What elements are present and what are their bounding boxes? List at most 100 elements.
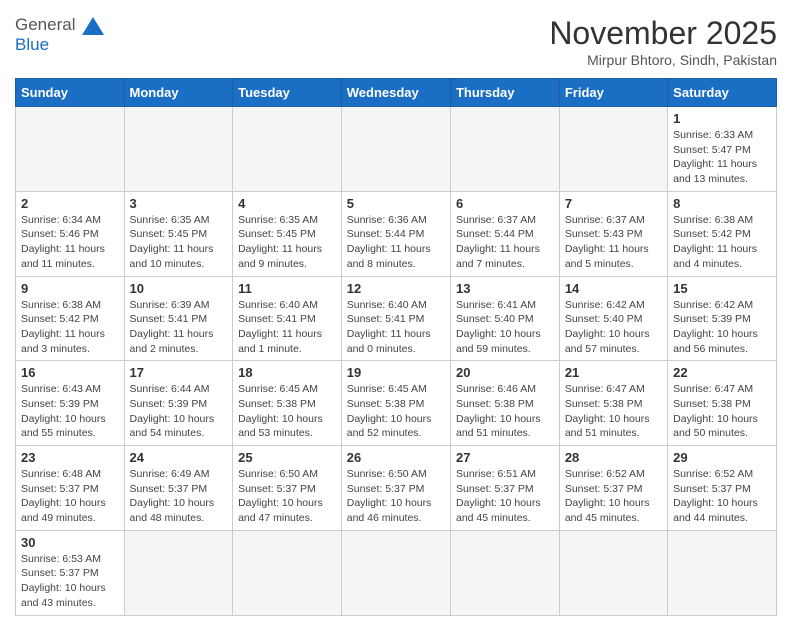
calendar-cell: 10 Sunrise: 6:39 AM Sunset: 5:41 PM Dayli… <box>124 276 233 361</box>
day-info: Sunrise: 6:52 AM Sunset: 5:37 PM Dayligh… <box>673 467 771 526</box>
calendar-cell <box>124 530 233 615</box>
day-info: Sunrise: 6:40 AM Sunset: 5:41 PM Dayligh… <box>347 298 445 357</box>
title-area: November 2025 Mirpur Bhtoro, Sindh, Paki… <box>549 15 777 68</box>
day-number: 10 <box>130 281 228 296</box>
day-info: Sunrise: 6:39 AM Sunset: 5:41 PM Dayligh… <box>130 298 228 357</box>
day-number: 20 <box>456 365 554 380</box>
calendar-cell: 14 Sunrise: 6:42 AM Sunset: 5:40 PM Dayli… <box>559 276 667 361</box>
calendar-cell: 19 Sunrise: 6:45 AM Sunset: 5:38 PM Dayli… <box>341 361 450 446</box>
weekday-header-sunday: Sunday <box>16 79 125 107</box>
month-title: November 2025 <box>549 15 777 52</box>
calendar-week-row: 2 Sunrise: 6:34 AM Sunset: 5:46 PM Daylig… <box>16 191 777 276</box>
weekday-header-row: SundayMondayTuesdayWednesdayThursdayFrid… <box>16 79 777 107</box>
day-number: 19 <box>347 365 445 380</box>
day-number: 8 <box>673 196 771 211</box>
calendar-cell: 21Sunrise: 6:47 AM Sunset: 5:38 PM Dayli… <box>559 361 667 446</box>
calendar-week-row: 1 Sunrise: 6:33 AM Sunset: 5:47 PM Daylig… <box>16 107 777 192</box>
day-number: 14 <box>565 281 662 296</box>
calendar-cell: 17 Sunrise: 6:44 AM Sunset: 5:39 PM Dayli… <box>124 361 233 446</box>
logo-text-container: General Blue <box>15 15 104 56</box>
calendar-week-row: 30 Sunrise: 6:53 AM Sunset: 5:37 PM Dayli… <box>16 530 777 615</box>
calendar-cell: 20 Sunrise: 6:46 AM Sunset: 5:38 PM Dayli… <box>450 361 559 446</box>
day-info: Sunrise: 6:52 AM Sunset: 5:37 PM Dayligh… <box>565 467 662 526</box>
day-number: 25 <box>238 450 336 465</box>
logo: General Blue <box>15 15 104 56</box>
day-info: Sunrise: 6:42 AM Sunset: 5:39 PM Dayligh… <box>673 298 771 357</box>
page-header: General Blue November 2025 Mirpur Bhtoro… <box>15 15 777 68</box>
calendar-cell <box>559 107 667 192</box>
day-number: 30 <box>21 535 119 550</box>
day-info: Sunrise: 6:42 AM Sunset: 5:40 PM Dayligh… <box>565 298 662 357</box>
calendar-cell <box>124 107 233 192</box>
day-info: Sunrise: 6:37 AM Sunset: 5:44 PM Dayligh… <box>456 213 554 272</box>
calendar-cell: 30 Sunrise: 6:53 AM Sunset: 5:37 PM Dayli… <box>16 530 125 615</box>
day-info: Sunrise: 6:45 AM Sunset: 5:38 PM Dayligh… <box>238 382 336 441</box>
day-number: 5 <box>347 196 445 211</box>
day-info: Sunrise: 6:37 AM Sunset: 5:43 PM Dayligh… <box>565 213 662 272</box>
weekday-header-friday: Friday <box>559 79 667 107</box>
logo-blue: Blue <box>15 35 49 54</box>
calendar-cell: 6 Sunrise: 6:37 AM Sunset: 5:44 PM Daylig… <box>450 191 559 276</box>
calendar-cell <box>233 530 342 615</box>
logo-container: General Blue <box>15 15 104 56</box>
calendar-cell: 5 Sunrise: 6:36 AM Sunset: 5:44 PM Daylig… <box>341 191 450 276</box>
day-number: 27 <box>456 450 554 465</box>
day-number: 1 <box>673 111 771 126</box>
day-info: Sunrise: 6:51 AM Sunset: 5:37 PM Dayligh… <box>456 467 554 526</box>
day-number: 11 <box>238 281 336 296</box>
day-info: Sunrise: 6:35 AM Sunset: 5:45 PM Dayligh… <box>238 213 336 272</box>
day-info: Sunrise: 6:47 AM Sunset: 5:38 PM Dayligh… <box>673 382 771 441</box>
day-info: Sunrise: 6:46 AM Sunset: 5:38 PM Dayligh… <box>456 382 554 441</box>
calendar-week-row: 9Sunrise: 6:38 AM Sunset: 5:42 PM Daylig… <box>16 276 777 361</box>
calendar-cell: 3 Sunrise: 6:35 AM Sunset: 5:45 PM Daylig… <box>124 191 233 276</box>
weekday-header-wednesday: Wednesday <box>341 79 450 107</box>
calendar-cell: 8 Sunrise: 6:38 AM Sunset: 5:42 PM Daylig… <box>668 191 777 276</box>
calendar-cell: 15Sunrise: 6:42 AM Sunset: 5:39 PM Dayli… <box>668 276 777 361</box>
weekday-header-saturday: Saturday <box>668 79 777 107</box>
calendar-cell: 25 Sunrise: 6:50 AM Sunset: 5:37 PM Dayli… <box>233 446 342 531</box>
day-number: 2 <box>21 196 119 211</box>
calendar-cell: 1 Sunrise: 6:33 AM Sunset: 5:47 PM Daylig… <box>668 107 777 192</box>
day-info: Sunrise: 6:33 AM Sunset: 5:47 PM Dayligh… <box>673 128 771 187</box>
location-subtitle: Mirpur Bhtoro, Sindh, Pakistan <box>549 52 777 68</box>
day-info: Sunrise: 6:35 AM Sunset: 5:45 PM Dayligh… <box>130 213 228 272</box>
day-info: Sunrise: 6:36 AM Sunset: 5:44 PM Dayligh… <box>347 213 445 272</box>
day-number: 6 <box>456 196 554 211</box>
day-number: 9 <box>21 281 119 296</box>
day-info: Sunrise: 6:47 AM Sunset: 5:38 PM Dayligh… <box>565 382 662 441</box>
calendar-cell: 28Sunrise: 6:52 AM Sunset: 5:37 PM Dayli… <box>559 446 667 531</box>
day-number: 3 <box>130 196 228 211</box>
calendar-cell: 13Sunrise: 6:41 AM Sunset: 5:40 PM Dayli… <box>450 276 559 361</box>
calendar-cell <box>16 107 125 192</box>
calendar-cell: 23Sunrise: 6:48 AM Sunset: 5:37 PM Dayli… <box>16 446 125 531</box>
day-info: Sunrise: 6:38 AM Sunset: 5:42 PM Dayligh… <box>673 213 771 272</box>
day-info: Sunrise: 6:49 AM Sunset: 5:37 PM Dayligh… <box>130 467 228 526</box>
calendar-cell: 9Sunrise: 6:38 AM Sunset: 5:42 PM Daylig… <box>16 276 125 361</box>
day-number: 7 <box>565 196 662 211</box>
day-info: Sunrise: 6:44 AM Sunset: 5:39 PM Dayligh… <box>130 382 228 441</box>
logo-triangle-icon <box>82 17 104 35</box>
calendar-cell: 22Sunrise: 6:47 AM Sunset: 5:38 PM Dayli… <box>668 361 777 446</box>
calendar-cell <box>450 530 559 615</box>
day-info: Sunrise: 6:53 AM Sunset: 5:37 PM Dayligh… <box>21 552 119 611</box>
calendar-cell: 27 Sunrise: 6:51 AM Sunset: 5:37 PM Dayli… <box>450 446 559 531</box>
day-info: Sunrise: 6:48 AM Sunset: 5:37 PM Dayligh… <box>21 467 119 526</box>
calendar-cell <box>341 530 450 615</box>
calendar-cell: 18 Sunrise: 6:45 AM Sunset: 5:38 PM Dayli… <box>233 361 342 446</box>
calendar-cell <box>233 107 342 192</box>
calendar-cell <box>450 107 559 192</box>
calendar-week-row: 16Sunrise: 6:43 AM Sunset: 5:39 PM Dayli… <box>16 361 777 446</box>
day-number: 16 <box>21 365 119 380</box>
weekday-header-thursday: Thursday <box>450 79 559 107</box>
day-number: 17 <box>130 365 228 380</box>
day-info: Sunrise: 6:34 AM Sunset: 5:46 PM Dayligh… <box>21 213 119 272</box>
calendar-cell <box>668 530 777 615</box>
day-number: 12 <box>347 281 445 296</box>
day-number: 18 <box>238 365 336 380</box>
calendar-cell: 26Sunrise: 6:50 AM Sunset: 5:37 PM Dayli… <box>341 446 450 531</box>
day-info: Sunrise: 6:45 AM Sunset: 5:38 PM Dayligh… <box>347 382 445 441</box>
weekday-header-monday: Monday <box>124 79 233 107</box>
day-number: 13 <box>456 281 554 296</box>
day-info: Sunrise: 6:50 AM Sunset: 5:37 PM Dayligh… <box>238 467 336 526</box>
calendar-cell: 4Sunrise: 6:35 AM Sunset: 5:45 PM Daylig… <box>233 191 342 276</box>
